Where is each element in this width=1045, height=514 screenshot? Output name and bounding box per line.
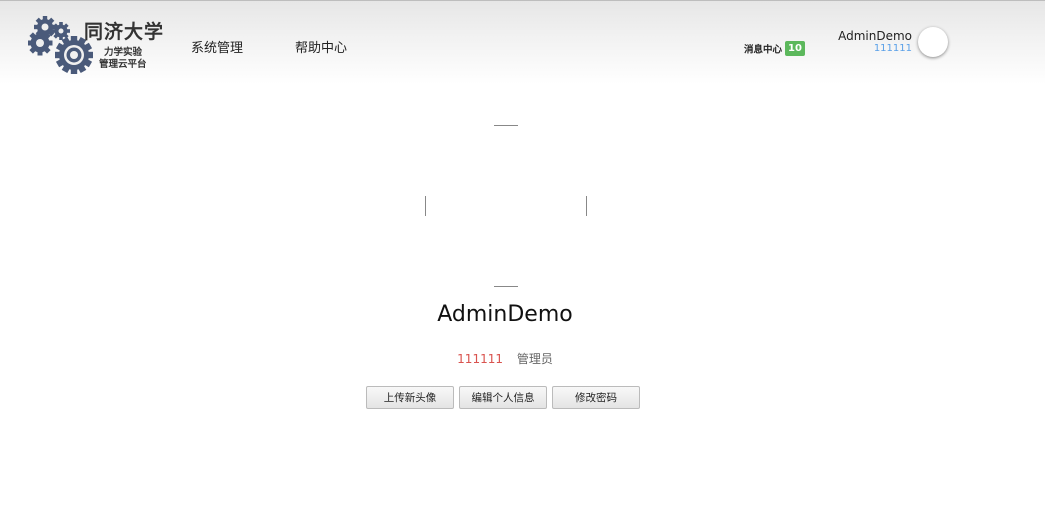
profile-role: 管理员 <box>516 352 553 366</box>
message-center-label: 消息中心 <box>744 44 783 56</box>
profile-user-id: 111111 <box>457 352 503 366</box>
logo-title: 同济大学 <box>84 21 165 43</box>
profile-meta: 111111 管理员 <box>0 350 1010 367</box>
tongji-logo[interactable]: 同济大学 力学实验 管理云平台 <box>28 15 168 75</box>
user-avatar[interactable] <box>918 27 948 57</box>
change-password-button[interactable]: 修改密码 <box>552 386 640 409</box>
profile-avatar <box>425 125 587 287</box>
user-name: AdminDemo <box>838 29 912 43</box>
user-menu[interactable]: AdminDemo 111111 <box>830 29 912 55</box>
upload-avatar-button[interactable]: 上传新头像 <box>366 386 454 409</box>
top-navbar: 同济大学 力学实验 管理云平台 系统管理 帮助中心 消息中心 10 AdminDe… <box>0 0 1045 84</box>
message-count-badge: 10 <box>785 41 806 56</box>
message-center-link[interactable]: 消息中心 10 <box>744 38 806 56</box>
nav-help-center[interactable]: 帮助中心 <box>295 37 347 56</box>
user-id: 111111 <box>873 43 912 54</box>
nav-system-management[interactable]: 系统管理 <box>191 37 243 56</box>
profile-name: AdminDemo <box>437 302 573 327</box>
logo-subtitle-line2: 管理云平台 <box>99 59 147 70</box>
edit-profile-button[interactable]: 编辑个人信息 <box>459 386 547 409</box>
